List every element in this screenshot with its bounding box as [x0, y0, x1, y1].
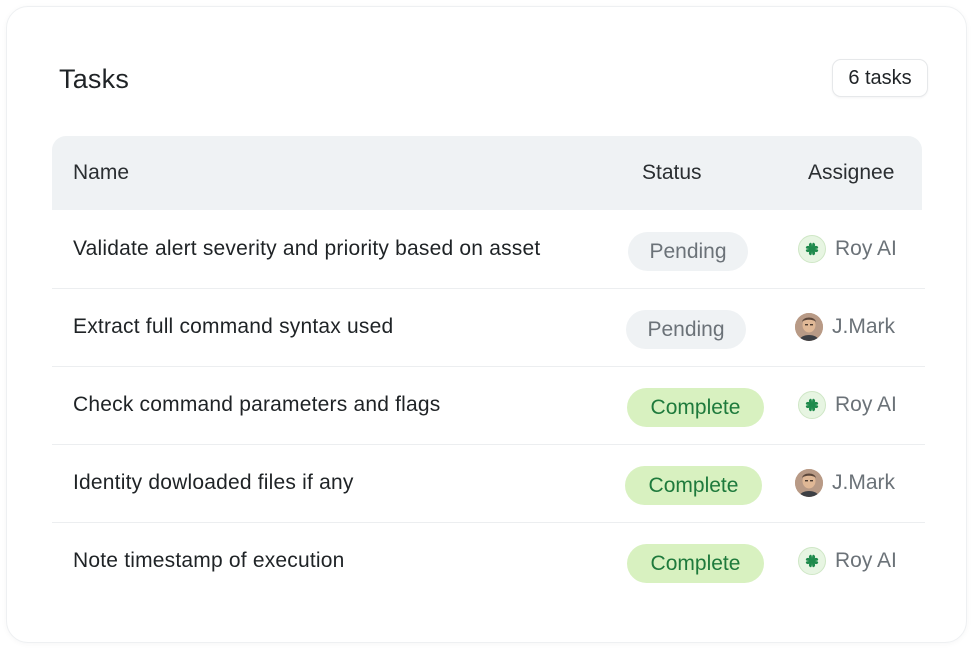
assignee-name: Roy AI [835, 393, 897, 416]
page-title: Tasks [59, 64, 130, 94]
task-name: Note timestamp of execution [73, 549, 345, 572]
column-header-status[interactable]: Status [642, 161, 702, 185]
task-name: Extract full command syntax used [73, 315, 394, 338]
status-badge: Complete [627, 388, 764, 427]
assignee[interactable]: J.Mark [795, 468, 895, 498]
assignee[interactable]: Roy AI [798, 546, 897, 576]
roy-ai-logo-icon [798, 235, 826, 263]
table-header: Name Status Assignee [52, 136, 922, 210]
assignee-name: J.Mark [832, 471, 895, 494]
task-count-badge: 6 tasks [832, 59, 928, 97]
assignee-name: Roy AI [835, 237, 897, 260]
status-badge: Pending [628, 232, 748, 271]
assignee[interactable]: Roy AI [798, 234, 897, 264]
task-name: Check command parameters and flags [73, 393, 441, 416]
status-badge: Pending [626, 310, 746, 349]
task-name: Identity dowloaded files if any [73, 471, 354, 494]
roy-ai-logo-icon [798, 547, 826, 575]
assignee[interactable]: J.Mark [795, 312, 895, 342]
column-header-name[interactable]: Name [73, 161, 129, 185]
assignee-name: Roy AI [835, 549, 897, 572]
table-row[interactable]: Note timestamp of execution Complete Roy… [52, 523, 925, 601]
table-row[interactable]: Extract full command syntax used Pending… [52, 289, 925, 367]
status-badge: Complete [627, 544, 764, 583]
table-row[interactable]: Identity dowloaded files if any Complete… [52, 445, 925, 523]
table-row[interactable]: Validate alert severity and priority bas… [52, 211, 925, 289]
roy-ai-logo-icon [798, 391, 826, 419]
person-avatar-icon [795, 313, 823, 341]
status-badge: Complete [625, 466, 762, 505]
column-header-assignee[interactable]: Assignee [808, 161, 894, 185]
assignee[interactable]: Roy AI [798, 390, 897, 420]
task-name: Validate alert severity and priority bas… [73, 237, 541, 260]
table-row[interactable]: Check command parameters and flags Compl… [52, 367, 925, 445]
person-avatar-icon [795, 469, 823, 497]
assignee-name: J.Mark [832, 315, 895, 338]
